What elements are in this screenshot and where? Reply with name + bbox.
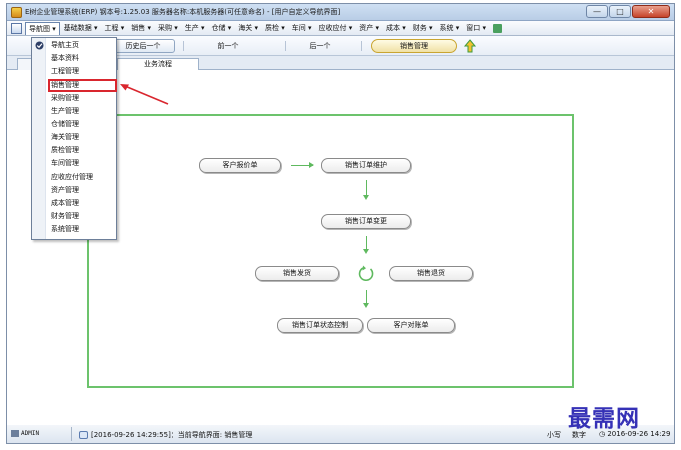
caps-indicator: 小写 [547, 431, 561, 439]
menu-project[interactable]: 工程 ▾ [102, 22, 128, 34]
business-flow-panel: 客户报价单 销售订单维护 销售订单变更 销售发货 销售退货 销售订单状态控制 客… [87, 114, 574, 388]
flow-arrow [363, 290, 369, 308]
order-change-node[interactable]: 销售订单变更 [321, 214, 411, 229]
customer-quote-node[interactable]: 客户报价单 [199, 158, 281, 173]
check-icon [35, 41, 44, 50]
history-back-button[interactable]: 历史后一个 [111, 39, 175, 53]
next-button[interactable]: 后一个 [295, 39, 345, 53]
user-icon [11, 430, 19, 437]
menu-purchase[interactable]: 采购 ▾ [155, 22, 181, 34]
prev-button[interactable]: 前一个 [203, 39, 253, 53]
dropdown-item-production[interactable]: 生产管理 [51, 106, 79, 117]
flow-arrow [291, 162, 314, 168]
toolbar-separator [285, 41, 286, 51]
order-maintain-node[interactable]: 销售订单维护 [321, 158, 411, 173]
menu-assets[interactable]: 资产 ▾ [356, 22, 382, 34]
flow-arrow [363, 236, 369, 254]
flow-arrow [363, 180, 369, 200]
status-separator [71, 427, 72, 441]
sales-delivery-node[interactable]: 销售发货 [255, 266, 339, 281]
app-icon [11, 7, 22, 18]
toolbar-separator [183, 41, 184, 51]
dropdown-item-quality[interactable]: 质检管理 [51, 145, 79, 156]
red-pointer-arrow-icon [120, 84, 169, 105]
dropdown-item-receivable[interactable]: 应收应付管理 [51, 172, 93, 183]
menu-receivable[interactable]: 应收应付 ▾ [316, 22, 356, 34]
menu-quality[interactable]: 质检 ▾ [262, 22, 288, 34]
dropdown-item-purchase[interactable]: 采购管理 [51, 93, 79, 104]
dropdown-item-cost[interactable]: 成本管理 [51, 198, 79, 209]
dropdown-item-workshop[interactable]: 车间管理 [51, 158, 79, 169]
close-button[interactable]: ✕ [632, 5, 670, 18]
dropdown-item-customs[interactable]: 海关管理 [51, 132, 79, 143]
menu-finance[interactable]: 财务 ▾ [410, 22, 436, 34]
menu-bar: 导航图 ▾ 基础数据 ▾ 工程 ▾ 销售 ▾ 采购 ▾ 生产 ▾ 仓储 ▾ 海关… [7, 21, 674, 36]
up-arrow-icon[interactable] [463, 39, 477, 53]
cycle-icon [358, 265, 374, 281]
dropdown-item-finance[interactable]: 财务管理 [51, 211, 79, 222]
dropdown-item-system[interactable]: 系统管理 [51, 224, 79, 235]
menu-basic-data[interactable]: 基础数据 ▾ [61, 22, 101, 34]
current-nav-button[interactable]: 销售管理 [371, 39, 457, 53]
menu-warehouse[interactable]: 仓储 ▾ [209, 22, 235, 34]
menu-navigation[interactable]: 导航图 ▾ [25, 21, 60, 35]
menu-production[interactable]: 生产 ▾ [182, 22, 208, 34]
menu-customs[interactable]: 海关 ▾ [235, 22, 261, 34]
message-icon [79, 431, 88, 439]
window-controls: — □ ✕ [586, 5, 670, 18]
window-title: E树企业管理系统(ERP) 钢本号:1.25.03 服务器名称:本机服务器(可任… [25, 8, 341, 16]
window-list-icon[interactable] [493, 23, 502, 33]
maximize-button[interactable]: □ [609, 5, 631, 18]
menu-workshop[interactable]: 车间 ▾ [289, 22, 315, 34]
menu-cost[interactable]: 成本 ▾ [383, 22, 409, 34]
navigation-dropdown-menu: 导航主页 基本资料 工程管理 销售管理 采购管理 生产管理 仓储管理 海关管理 … [31, 37, 117, 240]
minimize-button[interactable]: — [586, 5, 608, 18]
sales-highlight-box [48, 79, 117, 92]
dropdown-item-project[interactable]: 工程管理 [51, 66, 79, 77]
status-message-text: [2016-09-26 14:29:55]：当前导航界面: 销售管理 [91, 431, 253, 439]
toolbar-separator [361, 41, 362, 51]
dropdown-item-home[interactable]: 导航主页 [51, 40, 79, 51]
user-name: ADMIN [21, 430, 40, 437]
order-status-node[interactable]: 销售订单状态控制 [277, 318, 363, 333]
customer-statement-node[interactable]: 客户对账单 [367, 318, 455, 333]
status-message: [2016-09-26 14:29:55]：当前导航界面: 销售管理 [79, 430, 252, 440]
dropdown-item-basic[interactable]: 基本资料 [51, 53, 79, 64]
document-icon[interactable] [11, 22, 22, 34]
status-user: ADMIN [11, 430, 39, 437]
menu-icon-strip [32, 38, 46, 239]
dropdown-item-warehouse[interactable]: 仓储管理 [51, 119, 79, 130]
title-bar[interactable]: E树企业管理系统(ERP) 钢本号:1.25.03 服务器名称:本机服务器(可任… [7, 4, 674, 21]
menu-system[interactable]: 系统 ▾ [437, 22, 463, 34]
dropdown-item-assets[interactable]: 资产管理 [51, 185, 79, 196]
sales-return-node[interactable]: 销售退货 [389, 266, 473, 281]
menu-sales[interactable]: 销售 ▾ [128, 22, 154, 34]
watermark: 最需网 [568, 405, 640, 432]
menu-window[interactable]: 窗口 ▾ [463, 22, 489, 34]
